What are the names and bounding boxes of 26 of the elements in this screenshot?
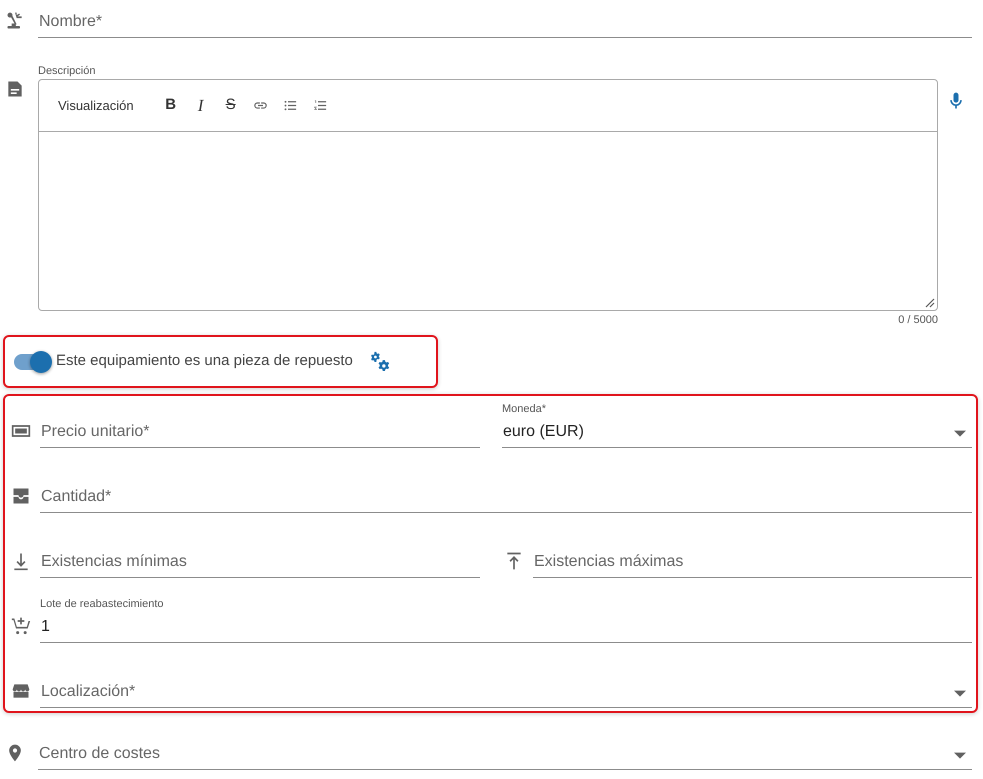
input-field[interactable]: Nombre* bbox=[38, 6, 972, 38]
character-counter: 0 / 5000 bbox=[898, 313, 938, 328]
mode-tab[interactable]: Visualización bbox=[58, 96, 134, 116]
rich-text-editor[interactable]: Visualización B I S bbox=[38, 79, 938, 311]
bulleted-list-icon bbox=[283, 98, 298, 113]
input-field[interactable]: Precio unitario* bbox=[40, 416, 480, 448]
select-field[interactable]: Centro de costes bbox=[38, 738, 972, 770]
gears-icon[interactable] bbox=[368, 350, 391, 372]
input-field[interactable]: Existencias máximas bbox=[533, 546, 972, 578]
input-field[interactable]: Cantidad* bbox=[40, 481, 972, 513]
strikethrough-button[interactable]: S bbox=[216, 90, 246, 120]
toggle-switch[interactable] bbox=[14, 354, 49, 370]
input-field[interactable]: Existencias mínimas bbox=[40, 546, 480, 578]
field-label: Lote de reabastecimiento bbox=[40, 597, 165, 611]
select-field[interactable]: Localización* bbox=[40, 676, 972, 708]
cart-plus-icon bbox=[11, 616, 31, 636]
select-field[interactable]: euro (EUR) bbox=[502, 416, 972, 448]
field-label: Moneda* bbox=[502, 402, 548, 416]
italic-button[interactable]: I bbox=[186, 90, 216, 120]
field-label: Descripción bbox=[38, 64, 96, 78]
input-field[interactable]: 1 bbox=[40, 611, 972, 643]
inbox-tray-icon bbox=[11, 486, 31, 506]
toggle-label: Este equipamiento es una pieza de repuesto bbox=[56, 351, 353, 372]
resize-handle-icon[interactable] bbox=[925, 298, 935, 308]
numbered-list-icon bbox=[313, 98, 328, 113]
bold-button[interactable]: B bbox=[156, 90, 186, 120]
